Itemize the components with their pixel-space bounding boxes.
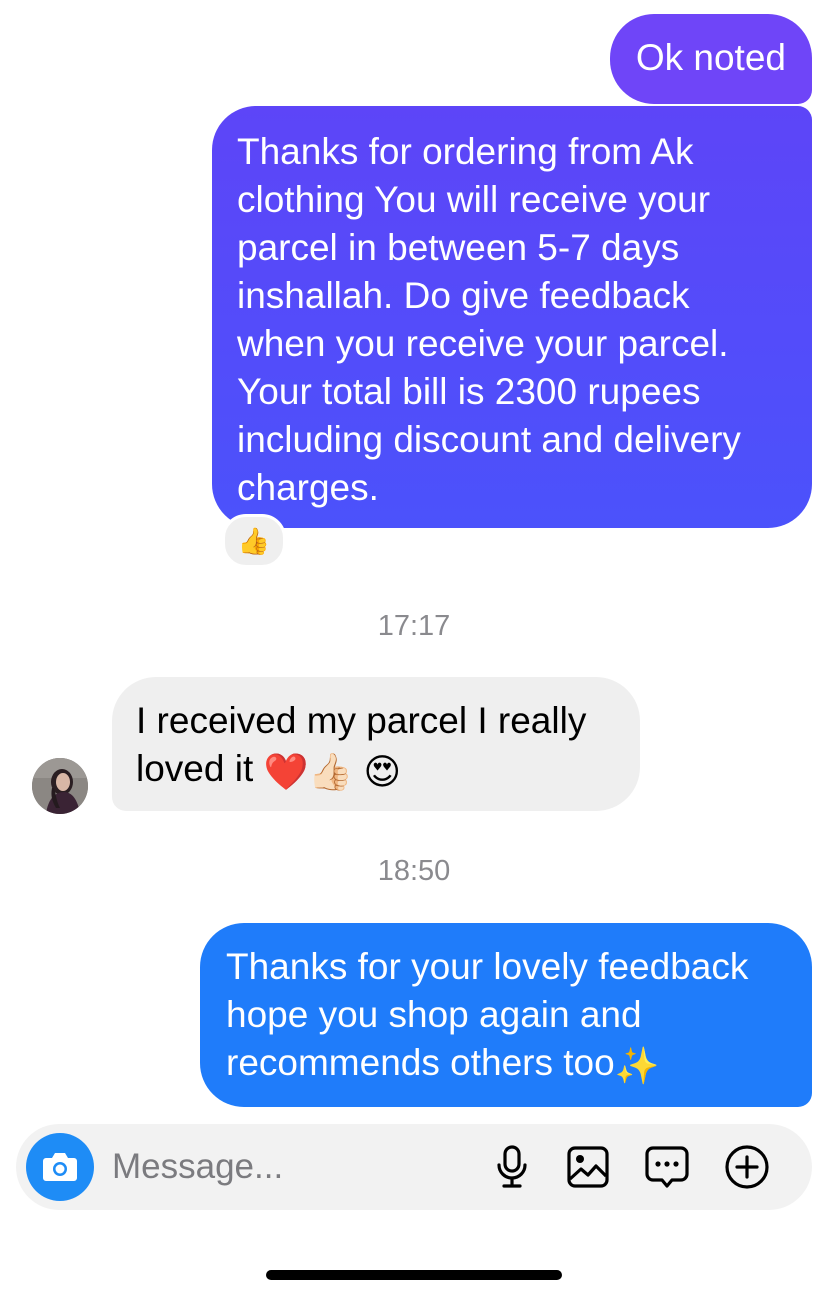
thumbs-up-reaction[interactable]: 👍: [222, 514, 286, 568]
sticker-icon: [645, 1146, 689, 1188]
plus-icon: [725, 1145, 769, 1189]
timestamp: 18:50: [377, 855, 451, 887]
sparkles-icon: ✨: [614, 1045, 660, 1086]
home-indicator[interactable]: [266, 1270, 562, 1280]
timestamp: 17:17: [377, 610, 451, 642]
message-composer: [16, 1124, 812, 1210]
thumbs-up-icon: 👍: [237, 526, 271, 556]
red-heart-icon: ❤️: [263, 751, 309, 792]
outgoing-message-ok-noted[interactable]: Ok noted: [609, 14, 812, 104]
sticker-button[interactable]: [643, 1143, 691, 1191]
avatar[interactable]: [32, 758, 88, 814]
outgoing-message-thanks-feedback[interactable]: Thanks for your lovely feedback hope you…: [200, 923, 812, 1107]
profile-photo-icon: [32, 758, 88, 814]
add-button[interactable]: [723, 1143, 771, 1191]
incoming-message-text: I received my parcel I really loved it: [136, 700, 587, 789]
outgoing-message-order-confirmation[interactable]: Thanks for ordering from Ak clothing You…: [212, 106, 812, 528]
message-input[interactable]: [112, 1143, 472, 1191]
camera-icon: [43, 1153, 77, 1181]
thumbs-up-light-icon: 👍🏻: [308, 751, 354, 792]
camera-button[interactable]: [26, 1133, 94, 1201]
gallery-icon: [567, 1146, 609, 1188]
microphone-button[interactable]: [488, 1143, 536, 1191]
microphone-icon: [497, 1145, 527, 1188]
gallery-button[interactable]: [564, 1143, 612, 1191]
heart-eyes-icon: 😍: [363, 751, 401, 792]
incoming-message-feedback[interactable]: I received my parcel I really loved it ❤…: [112, 677, 640, 811]
outgoing-message-text: Thanks for your lovely feedback hope you…: [226, 946, 749, 1083]
